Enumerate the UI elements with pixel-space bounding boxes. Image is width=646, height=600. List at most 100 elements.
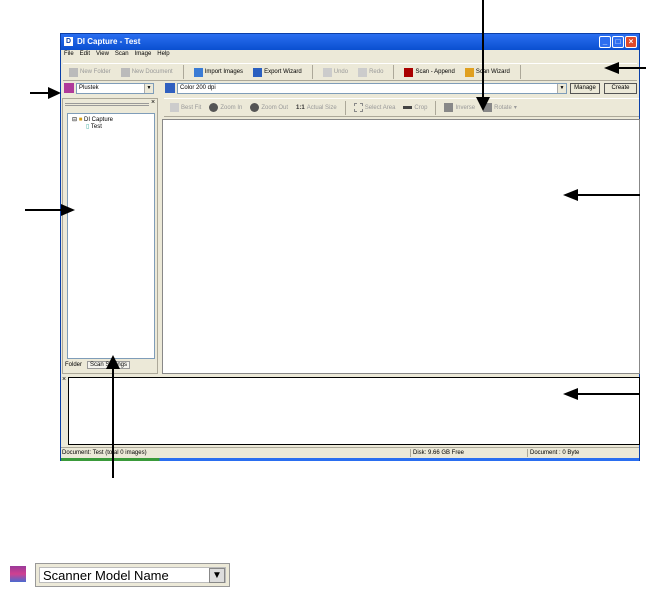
arrow-line — [618, 67, 646, 69]
label: Redo — [369, 69, 384, 75]
create-button[interactable]: Create — [604, 83, 637, 94]
menu-scan[interactable]: Scan — [115, 51, 129, 62]
redo-icon — [358, 67, 368, 77]
best-fit-icon — [170, 103, 179, 112]
scanner-model-select[interactable]: Scanner Model Name ▼ — [35, 563, 230, 587]
import-icon — [193, 67, 203, 77]
manage-button[interactable]: Manage — [570, 83, 600, 94]
chevron-down-icon[interactable]: ▼ — [144, 84, 153, 93]
arrow-right-icon — [48, 87, 61, 99]
zoom-in-button[interactable]: Zoom In — [209, 103, 242, 112]
image-toolbar: Best Fit Zoom In Zoom Out 1:1 Actual Size… — [164, 98, 639, 117]
separator — [311, 65, 313, 79]
arrow-line — [112, 368, 114, 478]
separator — [344, 100, 346, 115]
scanner-icon — [404, 67, 414, 77]
select-area-button[interactable]: Select Area — [353, 103, 396, 112]
label: Import Images — [204, 69, 244, 75]
folder-icon — [69, 67, 78, 77]
status-disk: Disk: 9.66 GB Free — [410, 449, 525, 457]
scanner-select[interactable]: Plustek ▼ — [76, 83, 154, 94]
zoom-out-icon — [250, 103, 260, 112]
export-icon — [253, 67, 263, 77]
panel-grip[interactable] — [65, 103, 149, 106]
inverse-icon — [444, 103, 454, 112]
tab-folder[interactable]: Folder — [65, 362, 82, 368]
menu-view[interactable]: View — [96, 51, 109, 62]
image-viewer[interactable] — [162, 119, 640, 374]
chevron-down-icon[interactable]: ▼ — [557, 84, 566, 93]
label: Actual Size — [306, 104, 337, 111]
profile-select[interactable]: Color 200 dpi ▼ — [177, 83, 567, 94]
arrow-line — [482, 0, 484, 100]
window-title: DI Capture - Test — [77, 37, 141, 46]
label: Inverse — [455, 104, 476, 111]
actual-size-button[interactable]: 1:1 Actual Size — [296, 105, 337, 111]
scanner-icon — [64, 83, 74, 93]
chevron-down-icon[interactable]: ▼ — [209, 568, 225, 583]
label: New Folder — [80, 69, 111, 75]
arrow-line — [25, 209, 63, 211]
tree-item-test[interactable]: ▯ Test — [72, 123, 150, 130]
main-toolbar: New Folder New Document Import Images Ex… — [63, 63, 637, 81]
label: Best Fit — [181, 104, 202, 111]
label: Scan - Append — [415, 69, 455, 75]
menu-edit[interactable]: Edit — [80, 51, 90, 62]
menu-bar: File Edit View Scan Image Help — [61, 51, 170, 62]
thumbnail-panel[interactable] — [68, 377, 640, 445]
arrow-up-icon — [106, 355, 120, 369]
separator — [435, 100, 437, 115]
panel-close-icon[interactable]: × — [151, 99, 155, 106]
status-bar: Document: Test (total 0 images) Disk: 9.… — [61, 447, 639, 458]
menu-file[interactable]: File — [64, 51, 74, 62]
undo-icon — [322, 67, 332, 77]
minimize-button[interactable]: _ — [599, 36, 611, 48]
document-icon — [120, 67, 130, 77]
label: Zoom In — [220, 104, 243, 111]
app-icon: D — [64, 37, 73, 46]
label: Select Area — [364, 104, 396, 111]
select-area-icon — [353, 103, 363, 112]
tree-item-root[interactable]: ⊟ ■ DI Capture — [72, 116, 150, 123]
arrow-left-icon — [563, 388, 578, 400]
label: Undo — [333, 69, 349, 75]
wizard-icon — [464, 67, 474, 77]
scanner-model-value: Scanner Model Name — [39, 567, 226, 583]
status-size: Document : 0 Byte — [527, 449, 581, 457]
title-bar: D DI Capture - Test _ □ × — [61, 34, 639, 50]
label: Test — [90, 124, 102, 130]
redo-button[interactable]: Redo — [358, 67, 384, 77]
arrow-left-icon — [563, 189, 578, 201]
arrow-line — [578, 393, 640, 395]
bottom-panel-close-icon[interactable]: × — [62, 376, 66, 383]
arrow-left-icon — [604, 62, 619, 74]
best-fit-button[interactable]: Best Fit — [170, 103, 201, 112]
inverse-button[interactable]: Inverse — [444, 103, 475, 112]
label: Export Wizard — [264, 69, 302, 75]
app-window: D DI Capture - Test _ □ × File Edit View… — [60, 33, 640, 461]
import-images-button[interactable]: Import Images — [193, 67, 244, 77]
new-document-button[interactable]: New Document — [120, 67, 173, 77]
folder-tree: ⊟ ■ DI Capture ▯ Test — [67, 113, 155, 359]
actual-size-icon: 1:1 — [296, 104, 305, 111]
status-document: Document: Test (total 0 images) — [62, 450, 147, 456]
separator — [182, 65, 184, 79]
maximize-button[interactable]: □ — [612, 36, 624, 48]
arrow-line — [578, 194, 640, 196]
label: Crop — [414, 104, 428, 111]
scanner-value: Plustek — [79, 85, 99, 91]
label: Rotate — [494, 104, 512, 111]
undo-button[interactable]: Undo — [322, 67, 349, 77]
scan-wizard-button[interactable]: Scan Wizard — [464, 67, 510, 77]
export-wizard-button[interactable]: Export Wizard — [253, 67, 302, 77]
menu-image[interactable]: Image — [135, 51, 152, 62]
profile-value: Color 200 dpi — [180, 85, 216, 91]
crop-button[interactable]: Crop — [403, 105, 427, 111]
close-button[interactable]: × — [625, 36, 637, 48]
menu-help[interactable]: Help — [157, 51, 169, 62]
scan-append-button[interactable]: Scan - Append — [404, 67, 455, 77]
new-folder-button[interactable]: New Folder — [69, 67, 111, 77]
zoom-out-button[interactable]: Zoom Out — [250, 103, 288, 112]
separator — [393, 65, 395, 79]
separator — [519, 65, 521, 79]
